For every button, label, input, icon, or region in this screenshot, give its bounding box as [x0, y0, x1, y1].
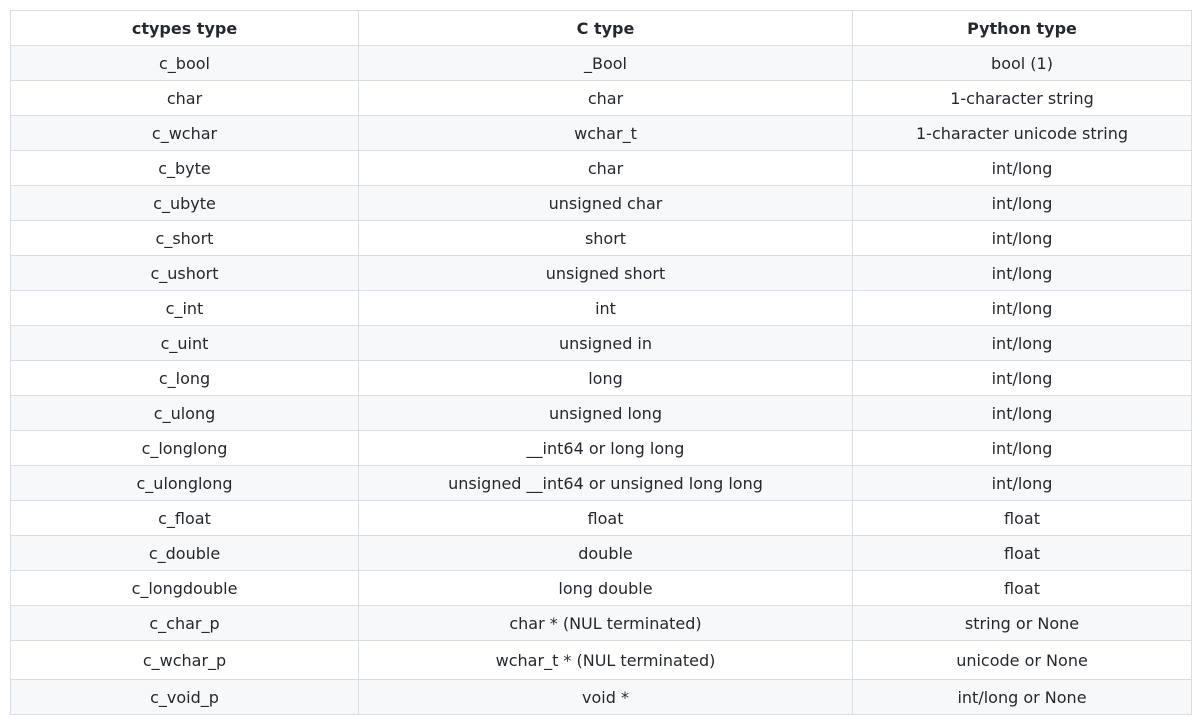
table-row: c_float float float [10, 500, 1192, 536]
cell-python-type: int/long [852, 325, 1192, 361]
cell-ctypes-type: c_ulong [10, 395, 359, 431]
table-row: c_bool _Bool bool (1) [10, 45, 1192, 81]
cell-c-type: unsigned long [358, 395, 853, 431]
cell-ctypes-type: c_uint [10, 325, 359, 361]
cell-ctypes-type: c_void_p [10, 679, 359, 715]
cell-c-type: unsigned short [358, 255, 853, 291]
table-row: c_ulonglong unsigned __int64 or unsigned… [10, 465, 1192, 501]
table-row: c_byte char int/long [10, 150, 1192, 186]
cell-python-type: float [852, 500, 1192, 536]
cell-python-type: int/long [852, 465, 1192, 501]
table-header: ctypes type C type Python type [10, 10, 1192, 46]
cell-ctypes-type: c_short [10, 220, 359, 256]
cell-ctypes-type: c_wchar_p [10, 640, 359, 680]
table-row: c_short short int/long [10, 220, 1192, 256]
cell-c-type: float [358, 500, 853, 536]
cell-c-type: long [358, 360, 853, 396]
cell-ctypes-type: c_ulonglong [10, 465, 359, 501]
cell-ctypes-type: c_char_p [10, 605, 359, 641]
cell-python-type: int/long [852, 395, 1192, 431]
table-row: c_longdouble long double float [10, 570, 1192, 606]
header-c-type: C type [358, 10, 853, 46]
cell-python-type: float [852, 570, 1192, 606]
cell-c-type: wchar_t [358, 115, 853, 151]
cell-python-type: unicode or None [852, 640, 1192, 680]
cell-python-type: string or None [852, 605, 1192, 641]
cell-c-type: short [358, 220, 853, 256]
cell-ctypes-type: c_wchar [10, 115, 359, 151]
cell-python-type: int/long [852, 185, 1192, 221]
cell-python-type: int/long [852, 150, 1192, 186]
cell-ctypes-type: c_int [10, 290, 359, 326]
cell-python-type: float [852, 535, 1192, 571]
cell-ctypes-type: c_longdouble [10, 570, 359, 606]
cell-ctypes-type: c_ubyte [10, 185, 359, 221]
table-row: c_wchar wchar_t 1-character unicode stri… [10, 115, 1192, 151]
cell-ctypes-type: char [10, 80, 359, 116]
header-python-type: Python type [852, 10, 1192, 46]
cell-ctypes-type: c_ushort [10, 255, 359, 291]
cell-python-type: bool (1) [852, 45, 1192, 81]
table-row: c_long long int/long [10, 360, 1192, 396]
cell-python-type: int/long [852, 255, 1192, 291]
table-row: c_uint unsigned in int/long [10, 325, 1192, 361]
cell-c-type: void * [358, 679, 853, 715]
cell-c-type: char * (NUL terminated) [358, 605, 853, 641]
cell-c-type: unsigned in [358, 325, 853, 361]
cell-c-type: _Bool [358, 45, 853, 81]
cell-c-type: unsigned __int64 or unsigned long long [358, 465, 853, 501]
cell-c-type: __int64 or long long [358, 430, 853, 466]
cell-ctypes-type: c_longlong [10, 430, 359, 466]
cell-ctypes-type: c_long [10, 360, 359, 396]
table-row: c_longlong __int64 or long long int/long [10, 430, 1192, 466]
cell-c-type: int [358, 290, 853, 326]
cell-python-type: int/long [852, 290, 1192, 326]
cell-python-type: 1-character string [852, 80, 1192, 116]
cell-python-type: int/long [852, 430, 1192, 466]
ctypes-type-table: ctypes type C type Python type c_bool _B… [10, 10, 1192, 715]
table-body: c_bool _Bool bool (1) char char 1-charac… [10, 45, 1192, 715]
header-row: ctypes type C type Python type [10, 10, 1192, 46]
cell-c-type: char [358, 80, 853, 116]
header-ctypes-type: ctypes type [10, 10, 359, 46]
cell-python-type: int/long or None [852, 679, 1192, 715]
ctypes-table-container: ctypes type C type Python type c_bool _B… [10, 10, 1192, 715]
cell-c-type: wchar_t * (NUL terminated) [358, 640, 853, 680]
table-row: char char 1-character string [10, 80, 1192, 116]
cell-ctypes-type: c_byte [10, 150, 359, 186]
cell-c-type: char [358, 150, 853, 186]
table-row: c_ulong unsigned long int/long [10, 395, 1192, 431]
table-row: c_ubyte unsigned char int/long [10, 185, 1192, 221]
table-row: c_char_p char * (NUL terminated) string … [10, 605, 1192, 641]
cell-python-type: 1-character unicode string [852, 115, 1192, 151]
table-row: c_wchar_p wchar_t * (NUL terminated) uni… [10, 640, 1192, 680]
table-row: c_double double float [10, 535, 1192, 571]
cell-c-type: long double [358, 570, 853, 606]
table-row: c_void_p void * int/long or None [10, 679, 1192, 715]
cell-c-type: double [358, 535, 853, 571]
cell-python-type: int/long [852, 220, 1192, 256]
table-row: c_int int int/long [10, 290, 1192, 326]
cell-ctypes-type: c_double [10, 535, 359, 571]
table-row: c_ushort unsigned short int/long [10, 255, 1192, 291]
cell-python-type: int/long [852, 360, 1192, 396]
cell-ctypes-type: c_bool [10, 45, 359, 81]
cell-c-type: unsigned char [358, 185, 853, 221]
cell-ctypes-type: c_float [10, 500, 359, 536]
